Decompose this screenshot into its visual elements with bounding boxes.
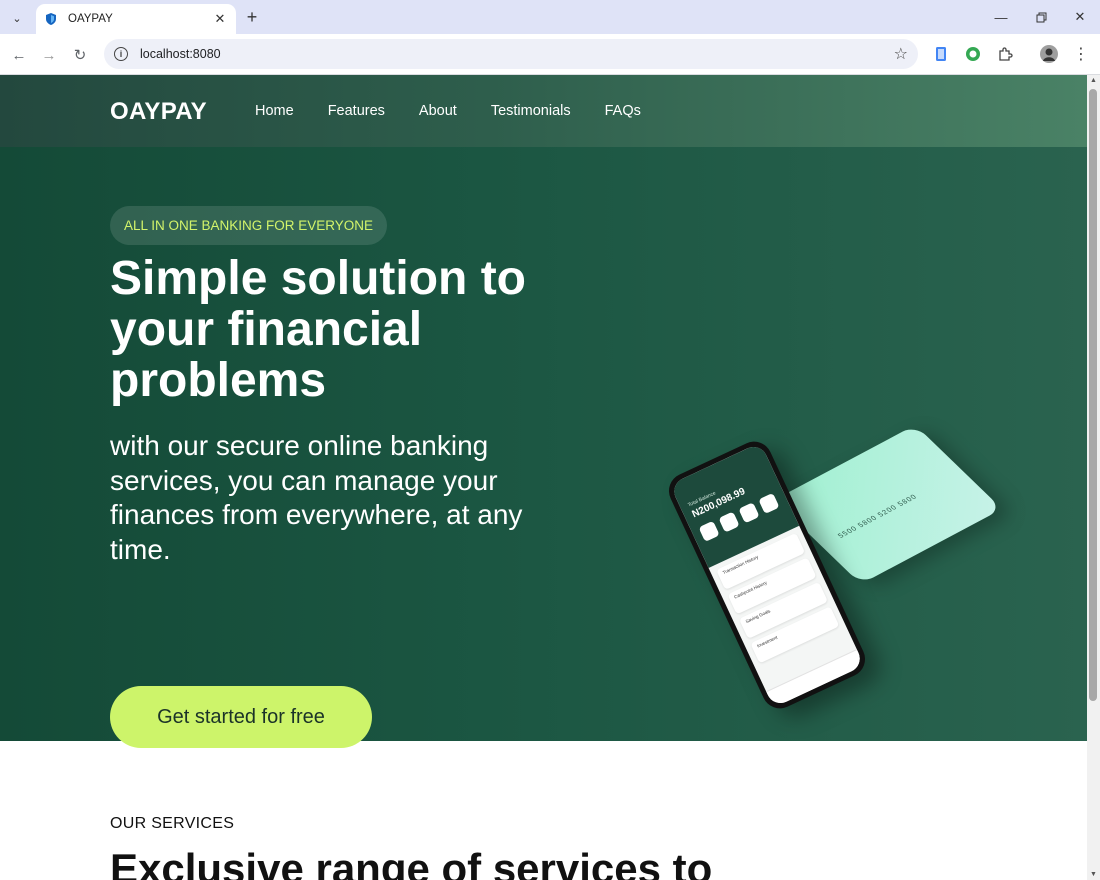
new-tab-button[interactable]: + — [242, 6, 262, 28]
site-header: OAYPAY Home Features About Testimonials … — [0, 75, 1087, 147]
services-label: OUR SERVICES — [110, 815, 235, 832]
restore-icon[interactable] — [1030, 6, 1052, 28]
nav-testimonials[interactable]: Testimonials — [491, 103, 571, 119]
address-bar[interactable]: i localhost:8080 ☆ — [104, 39, 918, 69]
bookmark-star-icon[interactable]: ☆ — [894, 44, 908, 64]
tab-title: OAYPAY — [68, 13, 113, 25]
scrollbar-thumb[interactable] — [1089, 89, 1097, 701]
nav-about[interactable]: About — [419, 103, 457, 119]
card-number: 5500 5800 5200 5800 — [836, 493, 920, 540]
profile-avatar-icon[interactable] — [1038, 43, 1060, 65]
browser-tab[interactable]: OAYPAY ✕ — [36, 4, 236, 34]
phone-action-icon — [698, 520, 720, 542]
page-scrollbar[interactable]: ▲ ▼ — [1087, 75, 1100, 880]
scroll-down-icon[interactable]: ▼ — [1090, 871, 1097, 878]
site-info-icon[interactable]: i — [114, 47, 128, 61]
hero-section: ALL IN ONE BANKING FOR EVERYONE Simple s… — [0, 147, 1087, 748]
extension-green-icon[interactable] — [962, 43, 984, 65]
hero-badge: ALL IN ONE BANKING FOR EVERYONE — [110, 206, 388, 245]
tab-search-icon[interactable]: ⌄ — [6, 7, 28, 29]
site-logo[interactable]: OAYPAY — [110, 98, 207, 126]
nav-features[interactable]: Features — [328, 103, 385, 119]
nav-faqs[interactable]: FAQs — [605, 103, 641, 119]
extension-doc-icon[interactable] — [930, 43, 952, 65]
phone-action-icon — [758, 492, 780, 515]
browser-menu-icon[interactable]: ⋮ — [1070, 43, 1092, 65]
url-text[interactable]: localhost:8080 — [140, 47, 894, 61]
phone-action-icon — [718, 511, 740, 533]
phone-action-icon — [738, 502, 760, 524]
close-window-icon[interactable]: ✕ — [1069, 6, 1091, 28]
services-title: Exclusive range of services to — [110, 845, 713, 880]
minimize-icon[interactable]: — — [990, 6, 1012, 28]
page-viewport: OAYPAY Home Features About Testimonials … — [0, 75, 1087, 880]
phone-tab-bar — [766, 649, 865, 708]
browser-toolbar: ← → ↻ i localhost:8080 ☆ ⋮ — [0, 34, 1100, 75]
browser-tabstrip: ⌄ OAYPAY ✕ + — ✕ — [0, 0, 1100, 34]
hero-title: Simple solution to your financial proble… — [110, 252, 526, 407]
scroll-up-icon[interactable]: ▲ — [1090, 77, 1097, 84]
reload-icon[interactable]: ↻ — [68, 43, 92, 67]
get-started-button[interactable]: Get started for free — [110, 686, 372, 748]
hero-subtitle: with our secure online banking services,… — [110, 430, 523, 565]
extensions-puzzle-icon[interactable] — [994, 43, 1016, 65]
back-icon[interactable]: ← — [7, 43, 31, 67]
forward-icon[interactable]: → — [37, 43, 61, 67]
nav-home[interactable]: Home — [255, 103, 294, 119]
main-nav: Home Features About Testimonials FAQs — [255, 103, 641, 119]
tab-close-icon[interactable]: ✕ — [212, 11, 228, 27]
shield-favicon-icon — [46, 13, 56, 25]
